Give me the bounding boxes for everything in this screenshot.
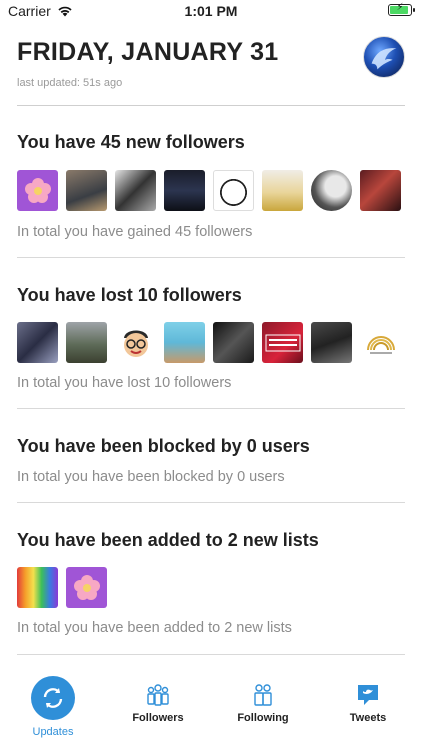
- follower-avatar[interactable]: [262, 322, 303, 363]
- follower-avatar[interactable]: [360, 322, 401, 363]
- tab-following-label: Following: [237, 712, 289, 724]
- creative-monkey-logo: [265, 334, 300, 351]
- list-avatar[interactable]: [17, 567, 58, 608]
- dolphin-icon: [371, 48, 397, 70]
- blocked-title: You have been blocked by 0 users: [17, 436, 310, 456]
- last-updated-label: last updated: 51s ago: [17, 77, 123, 89]
- rainbow-arc-logo: [366, 335, 395, 354]
- blocked-total: In total you have been blocked by 0 user…: [17, 469, 285, 485]
- lists-section: You have been added to 2 new lists In to…: [17, 503, 405, 655]
- cartoon-face-icon: [123, 330, 148, 357]
- status-time: 1:01 PM: [184, 3, 238, 19]
- tab-bar: Updates Followers Following Tweets: [0, 672, 422, 750]
- flower-icon: [73, 574, 100, 600]
- battery-icon: ⚡: [388, 2, 415, 19]
- followers-icon: [147, 684, 169, 706]
- page-title: FRIDAY, JANUARY 31: [17, 38, 279, 66]
- follower-avatar[interactable]: [360, 170, 401, 211]
- follower-avatar[interactable]: [115, 322, 156, 363]
- new-followers-total: In total you have gained 45 followers: [17, 224, 253, 240]
- refresh-icon: [31, 676, 75, 720]
- follower-avatar[interactable]: [66, 170, 107, 211]
- list-avatar[interactable]: [66, 567, 107, 608]
- follower-avatar[interactable]: [66, 322, 107, 363]
- lists-title: You have been added to 2 new lists: [17, 530, 319, 550]
- following-icon: [254, 684, 272, 706]
- lost-followers-title: You have lost 10 followers: [17, 285, 242, 305]
- follower-avatar[interactable]: [311, 170, 352, 211]
- profile-avatar[interactable]: [363, 36, 405, 78]
- follower-avatar[interactable]: [164, 322, 205, 363]
- follower-avatar[interactable]: [213, 322, 254, 363]
- tab-tweets[interactable]: Tweets: [318, 682, 418, 724]
- tweet-bubble-icon: [358, 685, 378, 705]
- lists-avatars: [17, 567, 107, 608]
- tab-updates-label: Updates: [32, 726, 74, 738]
- status-bar: Carrier 1:01 PM ⚡: [0, 0, 422, 22]
- tab-tweets-label: Tweets: [349, 712, 387, 724]
- header: FRIDAY, JANUARY 31 last updated: 51s ago: [17, 36, 405, 106]
- tab-updates[interactable]: Updates: [3, 676, 103, 738]
- follower-avatar[interactable]: [311, 322, 352, 363]
- flower-icon: [24, 177, 51, 203]
- new-followers-title: You have 45 new followers: [17, 132, 245, 152]
- lost-followers-section: You have lost 10 followers In total you …: [17, 258, 405, 409]
- tab-following[interactable]: Following: [213, 682, 313, 724]
- follower-avatar[interactable]: [17, 322, 58, 363]
- tab-followers[interactable]: Followers: [108, 682, 208, 724]
- lost-followers-avatars: [17, 322, 401, 363]
- blocked-section: You have been blocked by 0 users In tota…: [17, 409, 405, 503]
- follower-avatar[interactable]: [17, 170, 58, 211]
- tab-followers-label: Followers: [132, 712, 184, 724]
- follower-avatar[interactable]: [164, 170, 205, 211]
- new-followers-section: You have 45 new followers In total you h…: [17, 106, 405, 258]
- lists-total: In total you have been added to 2 new li…: [17, 620, 292, 636]
- follower-avatar[interactable]: [213, 170, 254, 211]
- lost-followers-total: In total you have lost 10 followers: [17, 375, 232, 391]
- follower-avatar[interactable]: [262, 170, 303, 211]
- new-followers-avatars: [17, 170, 401, 211]
- follower-avatar[interactable]: [115, 170, 156, 211]
